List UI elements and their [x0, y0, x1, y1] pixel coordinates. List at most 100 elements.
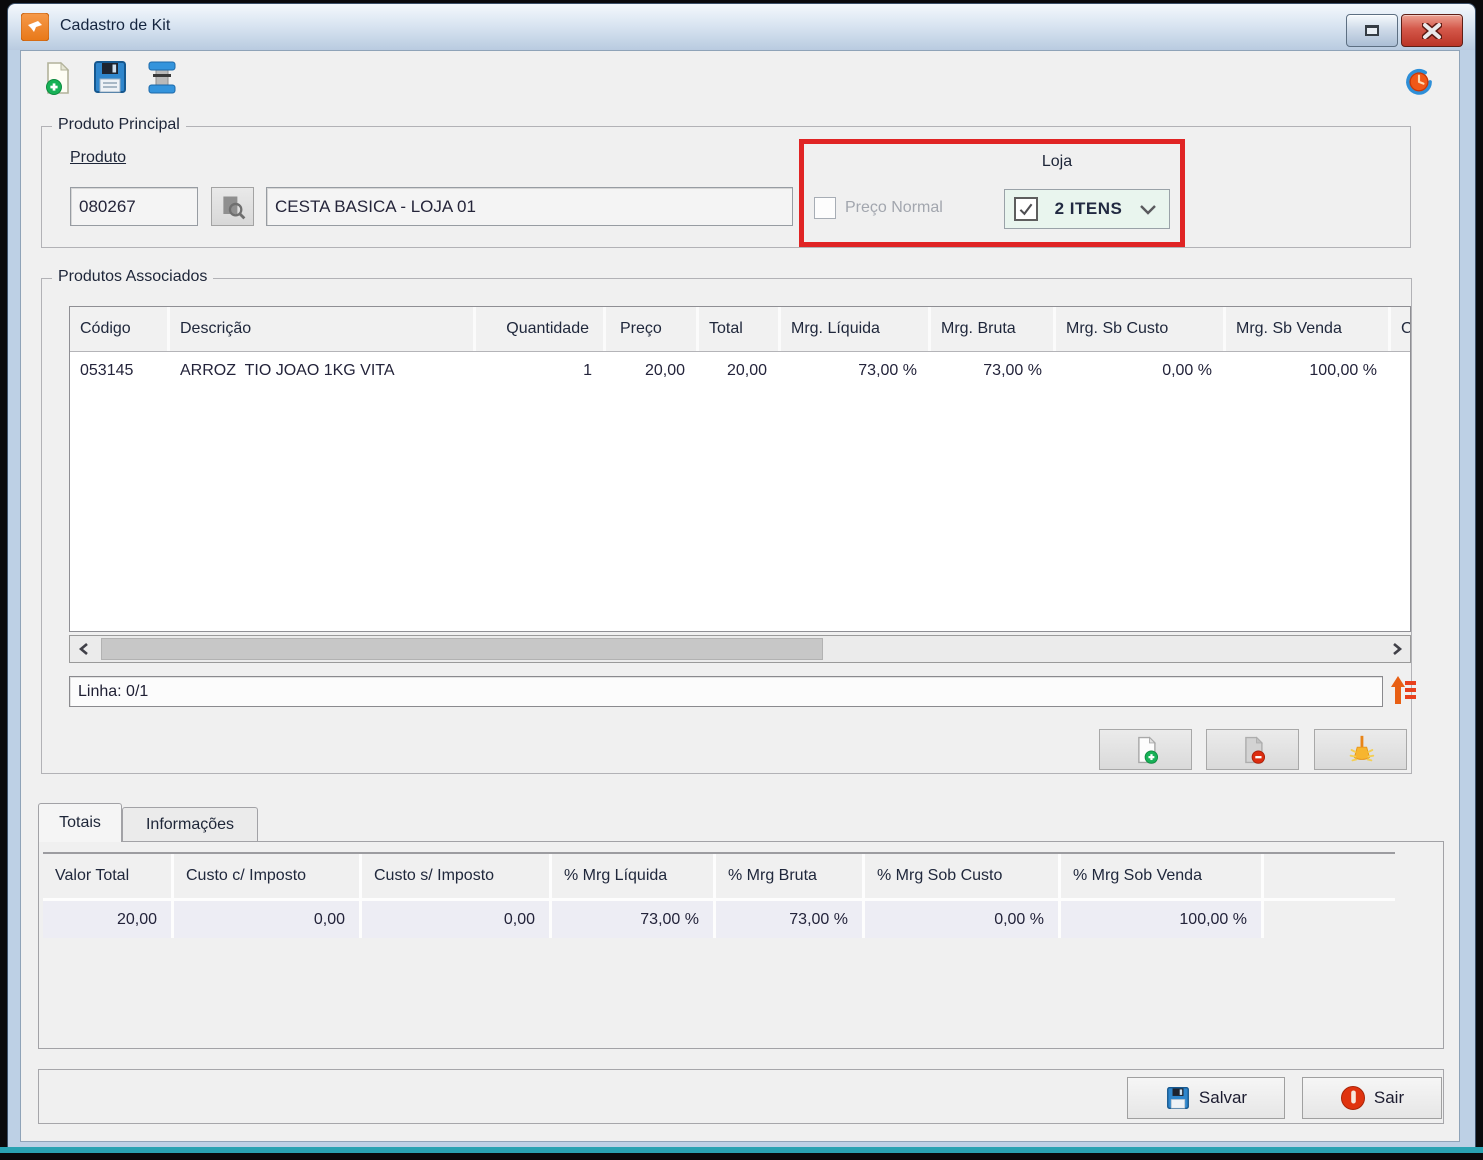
horizontal-scrollbar[interactable]: [69, 635, 1411, 663]
toolbar-save-button[interactable]: [91, 58, 129, 96]
clear-button[interactable]: [1314, 729, 1407, 770]
cell-mrg-bruta: 73,00 %: [931, 352, 1056, 390]
col-header-mrg-sb-custo: Mrg. Sb Custo: [1056, 307, 1226, 351]
totais-custo-s-imposto: 0,00: [362, 901, 552, 938]
col-header-preco: Preço: [606, 307, 699, 351]
totais-table: Valor Total Custo c/ Imposto Custo s/ Im…: [43, 852, 1395, 938]
search-icon: [219, 193, 247, 221]
scroll-left-arrow[interactable]: [70, 636, 97, 662]
produto-principal-legend: Produto Principal: [52, 116, 186, 134]
produtos-associados-legend: Produtos Associados: [52, 268, 213, 286]
produto-principal-group: Produto Principal Produto 080267 CESTA B…: [41, 126, 1411, 248]
totais-panel: Valor Total Custo c/ Imposto Custo s/ Im…: [38, 841, 1444, 1049]
exit-icon: [143, 58, 181, 96]
col-header-descricao: Descrição: [170, 307, 476, 351]
sair-icon: [1340, 1085, 1366, 1111]
restore-icon: [1365, 25, 1379, 36]
salvar-button[interactable]: Salvar: [1127, 1077, 1285, 1119]
close-icon: [1422, 23, 1442, 39]
export-list-icon: [1388, 672, 1418, 708]
totais-col-custo-s-imposto: Custo s/ Imposto: [362, 854, 552, 898]
totais-col-valor-total: Valor Total: [43, 854, 174, 898]
sair-label: Sair: [1374, 1088, 1404, 1108]
broom-icon: [1344, 733, 1378, 767]
export-list-button[interactable]: [1388, 672, 1418, 708]
chevron-left-icon: [78, 642, 90, 656]
col-header-total: Total: [699, 307, 781, 351]
descricao-produto-field[interactable]: CESTA BASICA - LOJA 01: [266, 187, 793, 226]
loja-selected-value: 2 ITENS: [1038, 199, 1139, 219]
col-header-cutoff: C: [1391, 307, 1411, 351]
produtos-associados-group: Produtos Associados Código Descrição Qua…: [41, 278, 1412, 774]
window-bottom-edge: [0, 1147, 1483, 1153]
sair-button[interactable]: Sair: [1302, 1077, 1442, 1119]
totais-mrg-sob-venda: 100,00 %: [1061, 901, 1264, 938]
totais-values-row: 20,00 0,00 0,00 73,00 % 73,00 % 0,00 % 1…: [43, 901, 1395, 938]
tab-totais-label: Totais: [59, 814, 101, 832]
remove-document-icon: [1237, 734, 1269, 766]
footer-bar: Salvar Sair: [38, 1069, 1444, 1124]
save-icon: [1165, 1085, 1191, 1111]
cell-mrg-liquida: 73,00 %: [781, 352, 931, 390]
col-header-mrg-liquida: Mrg. Líquida: [781, 307, 931, 351]
new-kit-button[interactable]: [39, 59, 77, 97]
add-document-icon: [1130, 734, 1162, 766]
client-area: Produto Principal Produto 080267 CESTA B…: [20, 50, 1460, 1142]
totais-mrg-sob-custo: 0,00 %: [865, 901, 1061, 938]
search-produto-button[interactable]: [211, 187, 254, 226]
totais-mrg-bruta: 73,00 %: [716, 901, 865, 938]
totais-custo-c-imposto: 0,00: [174, 901, 362, 938]
page-background: Cadastro de Kit: [0, 0, 1483, 1160]
produtos-grid: Código Descrição Quantidade Preço Total …: [69, 306, 1411, 632]
tab-totais[interactable]: Totais: [38, 803, 122, 842]
cell-preco: 20,00: [606, 352, 699, 390]
preco-normal-checkbox[interactable]: [814, 197, 836, 219]
scrollbar-thumb[interactable]: [101, 638, 823, 660]
chevron-right-icon: [1391, 642, 1403, 656]
grid-header-row: Código Descrição Quantidade Preço Total …: [70, 307, 1410, 352]
add-item-button[interactable]: [1099, 729, 1192, 770]
check-icon: [1018, 201, 1034, 217]
new-document-icon: [40, 60, 76, 96]
totais-col-mrg-sob-venda: % Mrg Sob Venda: [1061, 854, 1264, 898]
loja-dropdown[interactable]: 2 ITENS: [1004, 189, 1170, 229]
toolbar-exit-button[interactable]: [143, 58, 181, 96]
produto-label: Produto: [70, 149, 126, 167]
col-header-mrg-bruta: Mrg. Bruta: [931, 307, 1056, 351]
totais-mrg-liquida: 73,00 %: [552, 901, 716, 938]
restore-button[interactable]: [1346, 14, 1398, 47]
table-row[interactable]: 053145 ARROZ TIO JOAO 1KG VITA 1 20,00 2…: [70, 352, 1410, 390]
salvar-label: Salvar: [1199, 1088, 1247, 1108]
col-header-quantidade: Quantidade: [476, 307, 606, 351]
remove-item-button[interactable]: [1206, 729, 1299, 770]
title-bar[interactable]: Cadastro de Kit: [8, 4, 1475, 50]
col-header-codigo: Código: [70, 307, 170, 351]
totais-header-row: Valor Total Custo c/ Imposto Custo s/ Im…: [43, 854, 1395, 901]
totais-col-mrg-sob-custo: % Mrg Sob Custo: [865, 854, 1061, 898]
app-icon: [21, 13, 49, 41]
timer-icon: [1403, 65, 1435, 97]
totais-col-custo-c-imposto: Custo c/ Imposto: [174, 854, 362, 898]
close-button[interactable]: [1401, 14, 1463, 47]
totais-valor-total: 20,00: [43, 901, 174, 938]
totais-col-mrg-liquida: % Mrg Líquida: [552, 854, 716, 898]
row-status-text: Linha: 0/1: [78, 683, 148, 701]
cell-mrg-sb-custo: 0,00 %: [1056, 352, 1226, 390]
tab-informacoes[interactable]: Informações: [122, 807, 258, 842]
cell-mrg-sb-venda: 100,00 %: [1226, 352, 1391, 390]
app-window: Cadastro de Kit: [7, 3, 1476, 1147]
col-header-mrg-sb-venda: Mrg. Sb Venda: [1226, 307, 1391, 351]
cell-descricao: ARROZ TIO JOAO 1KG VITA: [170, 352, 476, 390]
totais-col-mrg-bruta: % Mrg Bruta: [716, 854, 865, 898]
codigo-produto-field[interactable]: 080267: [70, 187, 198, 226]
loja-checkbox[interactable]: [1014, 197, 1038, 221]
preco-normal-label: Preço Normal: [845, 199, 943, 217]
save-icon: [91, 58, 129, 96]
tab-informacoes-label: Informações: [146, 816, 234, 834]
cell-total: 20,00: [699, 352, 781, 390]
window-title: Cadastro de Kit: [60, 17, 170, 35]
cell-codigo: 053145: [70, 352, 170, 390]
cell-quantidade: 1: [476, 352, 606, 390]
loja-label: Loja: [982, 153, 1132, 171]
scroll-right-arrow[interactable]: [1383, 636, 1410, 662]
